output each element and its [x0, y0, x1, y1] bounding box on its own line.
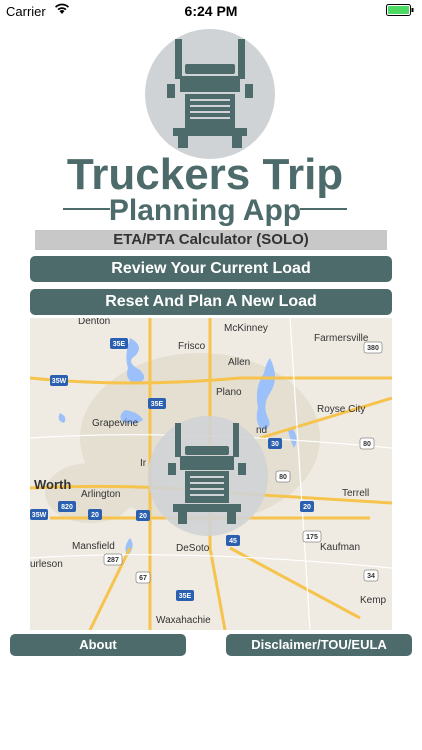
city-royse-city: Royse City	[317, 404, 365, 415]
svg-text:67: 67	[139, 575, 147, 582]
city-garland: nd	[256, 425, 267, 436]
about-button[interactable]: About	[10, 634, 186, 656]
logo-subtitle: Planning App	[109, 194, 301, 227]
dfw-map: Denton McKinney Farmersville Frisco Alle…	[30, 318, 392, 630]
truck-marker-icon	[148, 416, 268, 536]
i20-mid-shield: 20	[136, 510, 150, 521]
app-logo: Truckers Trip Planning App	[55, 24, 367, 229]
us175-shield: 175	[302, 530, 322, 543]
city-plano: Plano	[216, 387, 242, 398]
us80-shield: 80	[275, 470, 291, 483]
i35e-mid-shield: 35E	[148, 398, 166, 409]
review-load-button[interactable]: Review Your Current Load	[30, 256, 392, 282]
i45-shield: 45	[226, 535, 240, 546]
i820-shield: 820	[58, 501, 76, 512]
svg-text:35W: 35W	[32, 512, 47, 519]
svg-text:35E: 35E	[179, 593, 192, 600]
svg-text:80: 80	[279, 474, 287, 481]
city-mansfield: Mansfield	[72, 541, 115, 552]
i35w-south-shield: 35W	[30, 509, 48, 520]
svg-text:287: 287	[107, 557, 119, 564]
svg-text:80: 80	[363, 441, 371, 448]
svg-text:20: 20	[303, 504, 311, 511]
disclaimer-button[interactable]: Disclaimer/TOU/EULA	[226, 634, 412, 656]
city-grapevine: Grapevine	[92, 418, 139, 429]
city-irving: Ir	[140, 458, 147, 469]
city-kemp: Kemp	[360, 595, 387, 606]
svg-text:34: 34	[367, 573, 375, 580]
i35e-south-shield: 35E	[176, 590, 194, 601]
us80-east-shield: 80	[359, 437, 375, 450]
city-kaufman: Kaufman	[320, 542, 360, 553]
svg-text:20: 20	[139, 513, 147, 520]
city-desoto: DeSoto	[176, 543, 210, 554]
svg-text:30: 30	[271, 441, 279, 448]
new-load-button[interactable]: Reset And Plan A New Load	[30, 289, 392, 315]
svg-text:35W: 35W	[52, 378, 67, 385]
i35e-north-shield: 35E	[110, 338, 128, 349]
calculator-mode-label: ETA/PTA Calculator (SOLO)	[35, 230, 387, 250]
city-denton: Denton	[78, 318, 110, 327]
city-mckinney: McKinney	[224, 323, 268, 334]
us380-shield: 380	[363, 341, 383, 354]
i20-west-shield: 20	[88, 509, 102, 520]
us287-shield: 287	[103, 553, 123, 566]
clock: 6:24 PM	[184, 3, 238, 19]
city-waxahachie: Waxahachie	[156, 615, 211, 626]
city-frisco: Frisco	[178, 341, 206, 352]
i35w-shield: 35W	[50, 375, 68, 386]
city-farmersville: Farmersville	[314, 333, 369, 344]
city-arlington: Arlington	[81, 489, 120, 500]
svg-text:35E: 35E	[113, 341, 126, 348]
i30-shield: 30	[268, 438, 282, 449]
logo-title: Truckers Trip	[67, 150, 343, 199]
city-allen: Allen	[228, 357, 250, 368]
city-burleson: urleson	[30, 559, 63, 570]
us67-shield: 67	[135, 571, 151, 584]
i20-east-shield: 20	[300, 501, 314, 512]
svg-text:35E: 35E	[151, 401, 164, 408]
city-terrell: Terrell	[342, 488, 369, 499]
battery-icon	[386, 4, 416, 19]
city-fort-worth: Worth	[34, 477, 71, 492]
status-bar: Carrier 6:24 PM	[0, 0, 422, 22]
svg-text:380: 380	[367, 345, 379, 352]
svg-text:20: 20	[91, 512, 99, 519]
sh34-shield: 34	[363, 569, 379, 582]
svg-text:820: 820	[61, 504, 73, 511]
svg-text:45: 45	[229, 538, 237, 545]
svg-text:175: 175	[306, 534, 318, 541]
